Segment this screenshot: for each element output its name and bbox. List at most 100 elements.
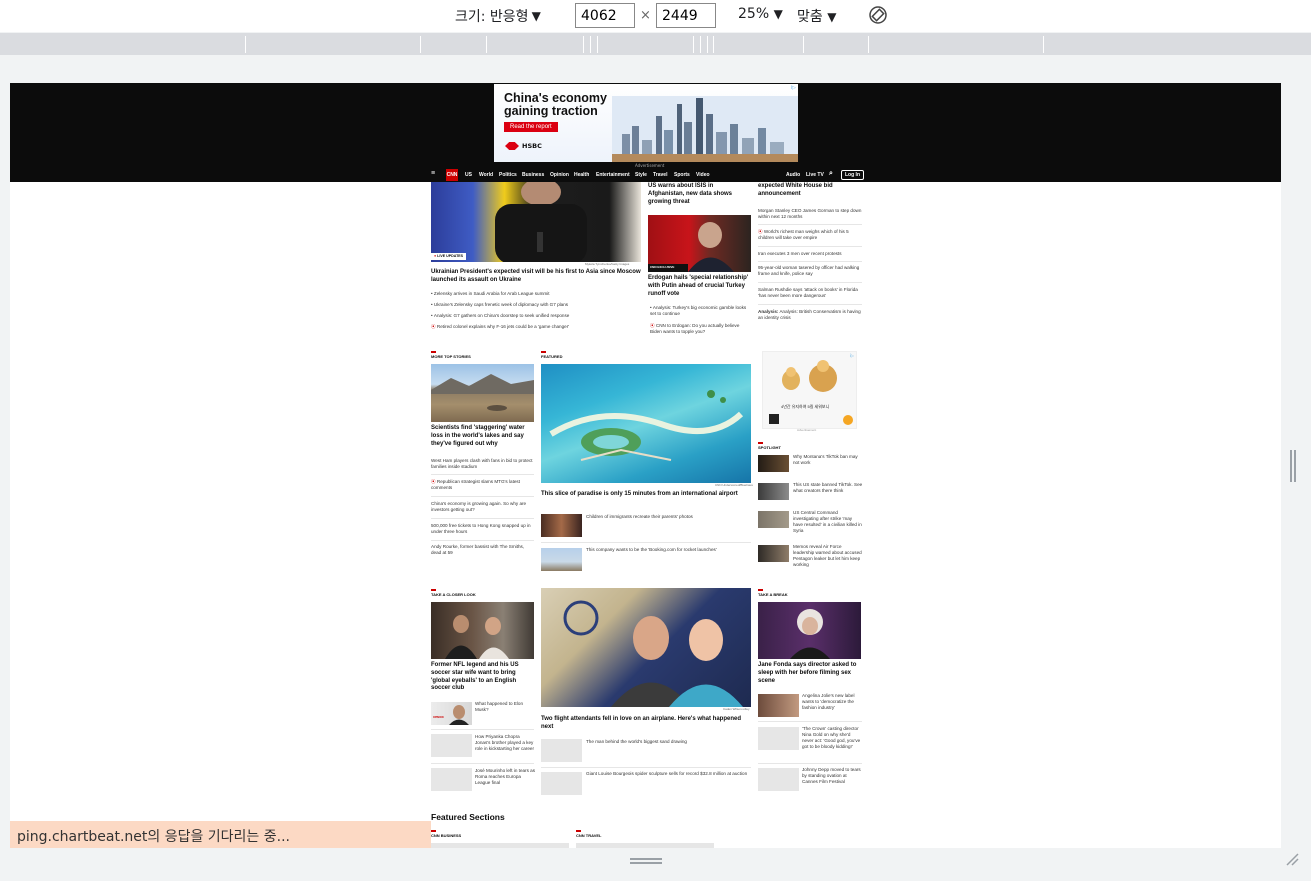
nav-audio[interactable]: Audio [786,172,800,178]
right-top-item[interactable]: Iran executes 3 men over recent protests [758,251,862,257]
more-top-item[interactable]: West Ham players clash with fans in bid … [431,458,534,470]
erdogan-photo[interactable] [648,215,751,272]
story-thumbnail[interactable] [758,727,799,750]
maldives-photo[interactable] [541,364,751,483]
section-thumbnail[interactable] [576,843,714,848]
closer-item[interactable]: José Mourinho left in tears as Roma reac… [475,768,535,786]
resize-handle-bottom[interactable] [630,858,662,864]
more-top-item[interactable]: ⦿ Republican strategist slams MTG's late… [431,479,534,491]
story-thumbnail[interactable] [758,545,789,562]
more-top-item[interactable]: Andy Rourke, former bassist with The Smi… [431,544,534,556]
nav-live-tv[interactable]: Live TV [806,172,824,178]
right-top-headline[interactable]: expected White House bid announcement [758,183,862,199]
section-thumbnail[interactable] [431,843,569,848]
media-query-ruler[interactable] [0,33,1311,55]
featured-item[interactable]: This company wants to be the 'Booking.co… [586,547,751,553]
flight-attendants-photo[interactable] [541,588,751,707]
right-top-item[interactable]: Analysis: Analysis: British Conservatism… [758,309,862,321]
live-badge-text: LIVE UPDATES [437,254,464,258]
story-thumbnail[interactable] [541,739,582,762]
closer-item[interactable]: How Priyanka Chopra Jonas's brother play… [475,734,535,752]
nav-item-travel[interactable]: Travel [653,172,667,178]
top-ad-banner[interactable]: China's economy gaining traction Read the… [10,83,1281,168]
story-thumbnail[interactable] [431,734,472,757]
erdogan-headline[interactable]: Erdogan hails 'special relationship' wit… [648,275,750,298]
mid-feature-item[interactable]: The man behind the world's biggest sand … [586,739,751,745]
story-thumbnail[interactable] [758,768,799,791]
nav-item-politics[interactable]: Politics [499,172,517,178]
spotlight-item[interactable]: Memos reveal Air Force leadership warned… [793,544,863,568]
right-top-item[interactable]: Salman Rushdie says 'attack on books' in… [758,287,862,299]
nav-item-opinion[interactable]: Opinion [550,172,569,178]
isis-headline[interactable]: US warns about ISIS in Afghanistan, new … [648,183,750,206]
dimensions-dropdown[interactable]: 크기: 반응형 ▼ [455,6,541,26]
story-thumbnail[interactable] [758,511,789,528]
lead-bullet[interactable]: • Zelensky arrives in Saudi Arabia for A… [431,291,641,297]
nav-item-us[interactable]: US [465,172,472,178]
erdogan-bullet[interactable]: ⦿ CNN to Erdogan: Do you actually believ… [650,323,750,335]
erdogan-bullet[interactable]: • Analysis: Turkey's big economic gamble… [650,305,750,317]
zelensky-photo[interactable] [431,182,641,262]
spotlight-item[interactable]: This US state banned TikTok. See what cr… [793,482,863,494]
lead-bullet[interactable]: • Ukraine's Zelensky caps frenetic week … [431,302,641,308]
nfl-photo[interactable] [431,602,534,659]
right-top-item[interactable]: ⦿ World's richest man weighs which of hi… [758,229,862,241]
right-top-item[interactable]: Morgan Stanley CEO James Gorman to step … [758,208,862,220]
break-item[interactable]: Angelina Jolie's new label wants to 'dem… [802,693,862,711]
break-item[interactable]: 'The Crown' casting director Nina Gold o… [802,726,862,750]
nav-item-world[interactable]: World [479,172,493,178]
lead-bullet[interactable]: • Analysis: G7 gathers on China's doorst… [431,313,641,319]
nav-item-style[interactable]: Style [635,172,647,178]
story-thumbnail[interactable] [541,772,582,795]
more-top-item[interactable]: 500,000 free tickets to Hong Kong snappe… [431,523,534,535]
right-top-item[interactable]: 95-year-old woman tasered by officer had… [758,265,862,277]
featured-item[interactable]: Children of immigrants recreate their pa… [586,514,751,520]
fit-dropdown[interactable]: 맞춤 ▼ [797,6,836,26]
read-report-button[interactable]: Read the report [504,122,558,132]
spotlight-item[interactable]: US Central Command investigating after s… [793,510,863,534]
story-thumbnail[interactable] [431,768,472,791]
story-thumbnail[interactable] [541,548,582,571]
closer-headline[interactable]: Former NFL legend and his US soccer star… [431,662,534,693]
story-thumbnail[interactable] [758,483,789,500]
erdogan-bullet-text: Analysis: Turkey's big economic gamble l… [650,305,747,316]
story-thumbnail[interactable] [541,514,582,537]
closer-item[interactable]: What happened to Elon Musk? [475,701,535,713]
more-top-headline[interactable]: Scientists find 'staggering' water loss … [431,425,534,448]
nav-item-sports[interactable]: Sports [674,172,690,178]
lake-photo[interactable] [431,364,534,422]
nav-item-entertainment[interactable]: Entertainment [596,172,630,178]
break-headline[interactable]: Jane Fonda says director asked to sleep … [758,662,862,685]
lead-bullet[interactable]: ⦿ Retired colonel explains why F-16 jets… [431,324,641,330]
search-icon[interactable]: ⌕ [829,170,833,178]
spotlight-item[interactable]: Why Montana's TikTok ban may not work [793,454,863,466]
nav-item-health[interactable]: Health [574,172,589,178]
adchoices-icon[interactable]: i▷ [791,85,796,91]
cnn-logo[interactable]: CNN [446,169,458,181]
lead-headline[interactable]: Ukrainian President's expected visit wil… [431,269,641,285]
divider [541,542,751,543]
nav-item-video[interactable]: Video [696,172,710,178]
hsbc-ad[interactable]: China's economy gaining traction Read the… [494,84,798,162]
mid-feature-item[interactable]: Giant Louise Bourgeois spider sculpture … [586,771,751,777]
zoom-dropdown[interactable]: 25% ▼ [738,6,783,22]
story-thumbnail[interactable] [758,455,789,472]
adchoices-icon[interactable]: i▷ [850,353,854,358]
more-top-item[interactable]: China's economy is growing again. So why… [431,501,534,513]
story-thumbnail[interactable] [758,694,799,717]
height-input[interactable] [656,3,716,28]
resize-handle-right[interactable] [1290,450,1296,482]
side-ad[interactable]: 4년간 유지하여 5킬 세워보니 i▷ [762,351,857,429]
jane-fonda-photo[interactable] [758,602,861,659]
nav-item-business[interactable]: Business [522,172,544,178]
rotate-icon[interactable] [868,5,888,25]
mid-feature-headline[interactable]: Two flight attendants fell in love on an… [541,716,751,732]
width-input[interactable] [575,3,635,28]
menu-icon[interactable]: ≡ [431,170,435,177]
story-thumbnail[interactable]: OPINION [431,702,472,725]
login-button[interactable]: Log In [841,170,864,180]
resize-corner-icon[interactable] [1285,852,1299,866]
arrow-icon[interactable] [843,415,853,425]
break-item[interactable]: Johnny Depp moved to tears by standing o… [802,767,862,785]
featured-headline[interactable]: This slice of paradise is only 15 minute… [541,491,751,499]
